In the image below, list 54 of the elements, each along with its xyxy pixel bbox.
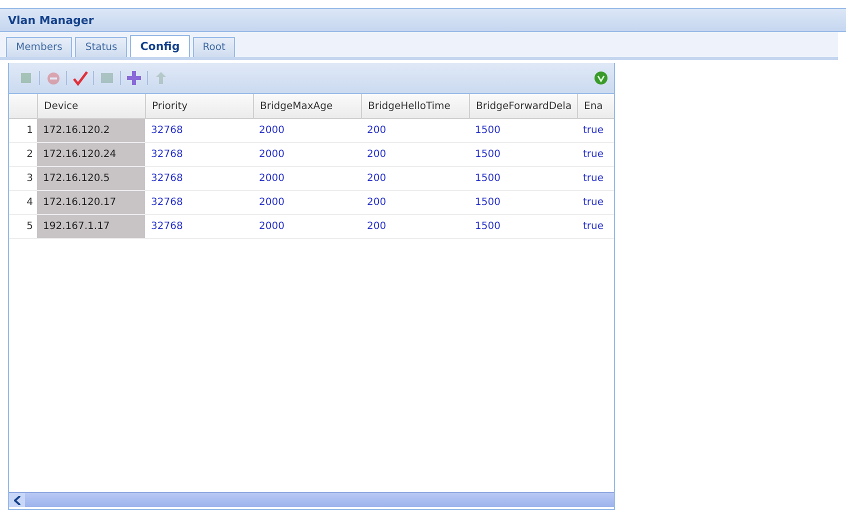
- table-cell-text: 2000: [258, 196, 286, 210]
- table-cell-text: 200: [366, 172, 388, 186]
- row-number: 1: [26, 125, 34, 136]
- column-header[interactable]: Ena: [577, 94, 609, 118]
- status-icon: [594, 71, 608, 85]
- table-cell-text: 2000: [258, 172, 286, 186]
- table-cell-text: 32768: [150, 124, 184, 138]
- tab[interactable]: Root: [192, 37, 236, 57]
- table-cell: 192.167.1.17: [37, 215, 145, 238]
- row-number: 3: [26, 173, 34, 184]
- horizontal-scrollbar[interactable]: [9, 492, 614, 507]
- column-header[interactable]: BridgeForwardDela: [469, 94, 577, 118]
- table-cell-text: 200: [366, 124, 388, 138]
- table-cell-text: 200: [366, 196, 388, 210]
- table-cell-text: 1500: [474, 172, 502, 186]
- tab[interactable]: Config: [130, 35, 190, 57]
- table-cell-text: 2000: [258, 220, 286, 234]
- table-cell-text: 32768: [150, 220, 184, 234]
- table-cell-text: 32768: [150, 172, 184, 186]
- table-cell-text: 2000: [258, 148, 286, 162]
- window-title: Vlan Manager: [8, 14, 94, 26]
- table-cell-text: 200: [366, 220, 388, 234]
- table-cell: 172.16.120.2: [37, 119, 145, 142]
- scroll-left-button[interactable]: [9, 493, 25, 507]
- table-cell-text: 1500: [474, 220, 502, 234]
- plus-icon: [126, 70, 142, 86]
- column-header[interactable]: BridgeMaxAge: [253, 94, 361, 118]
- delete-icon: [46, 72, 60, 84]
- table-cell-text: 200: [366, 148, 388, 162]
- table-cell-text: 2000: [258, 124, 286, 138]
- column-header[interactable]: BridgeHelloTime: [361, 94, 469, 118]
- table-cell: 172.16.120.24: [37, 143, 145, 166]
- table-cell-text: true: [582, 220, 605, 234]
- table-cell-text: 1500: [474, 196, 502, 210]
- checkmark-icon: [72, 70, 88, 86]
- column-header[interactable]: Device: [37, 94, 145, 118]
- tab[interactable]: Members: [6, 37, 72, 57]
- table-cell: 172.16.120.5: [37, 167, 145, 190]
- row-number: 2: [26, 149, 34, 160]
- table-cell-text: 1500: [474, 148, 502, 162]
- column-header[interactable]: Priority: [145, 94, 253, 118]
- table-cell-text: 32768: [150, 148, 184, 162]
- row-number: 4: [26, 197, 34, 208]
- toolbar-button[interactable]: [71, 69, 89, 87]
- row-number: 5: [26, 221, 34, 232]
- table-cell-text: true: [582, 172, 605, 186]
- table-cell: 172.16.120.17: [37, 191, 145, 214]
- toolbar-button[interactable]: [125, 69, 143, 87]
- table-cell-text: 32768: [150, 196, 184, 210]
- table-cell-text: 1500: [474, 124, 502, 138]
- table-cell-text: true: [582, 148, 605, 162]
- table-cell-text: true: [582, 124, 605, 138]
- tab[interactable]: Status: [75, 37, 128, 57]
- table-cell-text: true: [582, 196, 605, 210]
